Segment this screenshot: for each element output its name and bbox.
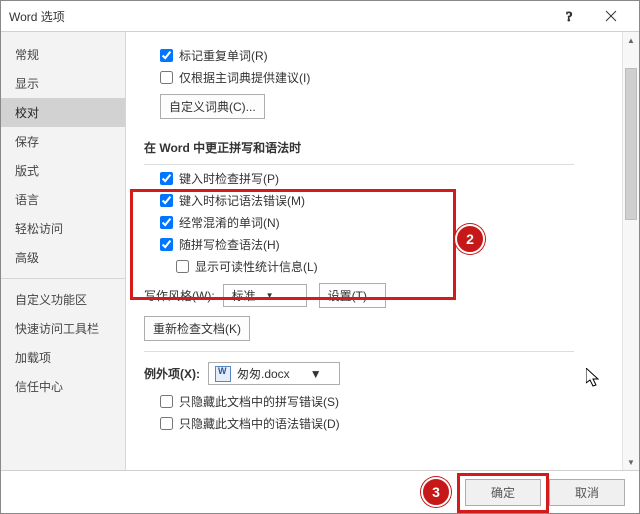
word-options-dialog: Word 选项 ? 常规 显示 校对 保存 版式 语言 轻松访问 高级 自定义功… [0,0,640,514]
writing-style-value: 标准 [232,287,256,304]
sidebar-item-trust-center[interactable]: 信任中心 [1,372,125,401]
hide-grammar-errors-row: 只隐藏此文档中的语法错误(D) [160,415,623,432]
mark-duplicate-checkbox[interactable] [160,49,173,62]
exceptions-document-select[interactable]: 匆匆.docx ▼ [208,362,340,385]
scroll-thumb[interactable] [625,68,637,220]
vertical-scrollbar[interactable]: ▲ ▼ [622,32,639,470]
word-doc-icon [215,366,231,382]
chevron-down-icon: ▼ [266,291,274,300]
annotation-callout-3: 3 [421,477,451,507]
sidebar-item-language[interactable]: 语言 [1,185,125,214]
dialog-body: 常规 显示 校对 保存 版式 语言 轻松访问 高级 自定义功能区 快速访问工具栏… [1,32,639,470]
writing-style-row: 写作风格(W): 标准 ▼ 设置(T)... [144,283,623,308]
recheck-row: 重新检查文档(K) [144,316,623,341]
check-grammar-with-spell-row: 随拼写检查语法(H) [160,236,623,253]
check-spelling-typing-label: 键入时检查拼写(P) [179,170,279,187]
correct-in-word-header: 在 Word 中更正拼写和语法时 [144,133,574,165]
hide-grammar-errors-label: 只隐藏此文档中的语法错误(D) [179,415,340,432]
ok-button[interactable]: 确定 [465,479,541,506]
writing-style-select[interactable]: 标准 ▼ [223,284,307,307]
sidebar-separator [1,278,125,279]
main-dict-only-row: 仅根据主词典提供建议(I) [160,69,623,86]
check-spelling-typing-checkbox[interactable] [160,172,173,185]
confused-words-checkbox[interactable] [160,216,173,229]
readability-row: 显示可读性统计信息(L) [176,258,623,275]
mark-duplicate-row: 标记重复单词(R) [160,47,623,64]
exceptions-row: 例外项(X): 匆匆.docx ▼ [144,362,623,385]
exceptions-label: 例外项(X): [144,365,200,382]
help-button[interactable]: ? [551,1,591,31]
sidebar-item-accessibility[interactable]: 轻松访问 [1,214,125,243]
check-grammar-with-spell-checkbox[interactable] [160,238,173,251]
writing-style-label: 写作风格(W): [144,287,215,304]
titlebar: Word 选项 ? [1,1,639,32]
mark-duplicate-label: 标记重复单词(R) [179,47,268,64]
check-spelling-typing-row: 键入时检查拼写(P) [160,170,623,187]
content-pane: 标记重复单词(R) 仅根据主词典提供建议(I) 自定义词典(C)... 在 Wo… [126,32,639,470]
sidebar-item-advanced[interactable]: 高级 [1,243,125,272]
exceptions-document-name: 匆匆.docx [237,365,290,382]
main-dict-only-checkbox[interactable] [160,71,173,84]
confused-words-label: 经常混淆的单词(N) [179,214,280,231]
mark-grammar-typing-row: 键入时标记语法错误(M) [160,192,623,209]
chevron-down-icon: ▼ [310,367,322,381]
sidebar-item-layout[interactable]: 版式 [1,156,125,185]
mark-grammar-typing-label: 键入时标记语法错误(M) [179,192,305,209]
hide-spell-errors-checkbox[interactable] [160,395,173,408]
sidebar-item-proofing[interactable]: 校对 [1,98,125,127]
help-icon: ? [566,9,576,23]
sidebar-item-customize-ribbon[interactable]: 自定义功能区 [1,285,125,314]
custom-dictionaries-button[interactable]: 自定义词典(C)... [160,94,265,119]
writing-style-settings-button[interactable]: 设置(T)... [319,283,386,308]
hide-spell-errors-row: 只隐藏此文档中的拼写错误(S) [160,393,623,410]
hide-spell-errors-label: 只隐藏此文档中的拼写错误(S) [179,393,339,410]
readability-label: 显示可读性统计信息(L) [195,258,318,275]
sidebar-item-quick-access[interactable]: 快速访问工具栏 [1,314,125,343]
main-dict-only-label: 仅根据主词典提供建议(I) [179,69,310,86]
section-separator [144,351,574,352]
sidebar-item-display[interactable]: 显示 [1,69,125,98]
dialog-footer: 3 确定 取消 [1,470,639,513]
recheck-document-button[interactable]: 重新检查文档(K) [144,316,250,341]
sidebar-item-save[interactable]: 保存 [1,127,125,156]
hide-grammar-errors-checkbox[interactable] [160,417,173,430]
window-title: Word 选项 [9,8,551,25]
scroll-track[interactable] [623,220,639,454]
custom-dict-row: 自定义词典(C)... [160,94,623,119]
scroll-down-button[interactable]: ▼ [623,454,639,470]
close-button[interactable] [591,1,631,31]
cancel-button[interactable]: 取消 [549,479,625,506]
confused-words-row: 经常混淆的单词(N) [160,214,623,231]
sidebar-item-general[interactable]: 常规 [1,40,125,69]
svg-text:?: ? [566,10,572,23]
sidebar-item-addins[interactable]: 加载项 [1,343,125,372]
close-icon [605,10,617,22]
scroll-up-button[interactable]: ▲ [623,32,639,48]
mark-grammar-typing-checkbox[interactable] [160,194,173,207]
check-grammar-with-spell-label: 随拼写检查语法(H) [179,236,280,253]
category-sidebar: 常规 显示 校对 保存 版式 语言 轻松访问 高级 自定义功能区 快速访问工具栏… [1,32,126,470]
readability-checkbox[interactable] [176,260,189,273]
